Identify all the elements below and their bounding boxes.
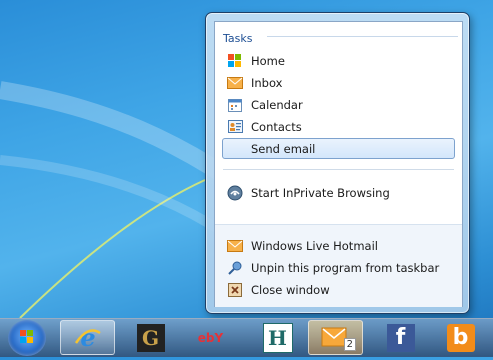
start-inprivate-button[interactable]: Start InPrivate Browsing <box>222 182 455 203</box>
contacts-card-icon <box>227 119 243 135</box>
calendar-icon <box>227 97 243 113</box>
jump-list-panel: Tasks Home Inbox Calendar Contacts Send … <box>214 21 463 307</box>
inprivate-label: Start InPrivate Browsing <box>251 185 390 200</box>
task-label: Send email <box>251 141 316 156</box>
footer-label: Windows Live Hotmail <box>251 238 378 253</box>
task-calendar[interactable]: Calendar <box>222 94 455 115</box>
footer-label: Close window <box>251 282 330 297</box>
taskbar-h-site[interactable]: H <box>250 320 305 355</box>
jump-list-window: Tasks Home Inbox Calendar Contacts Send … <box>205 12 470 314</box>
task-contacts[interactable]: Contacts <box>222 116 455 137</box>
h-tile-icon: H <box>262 322 293 353</box>
taskbar-facebook[interactable]: f <box>373 320 428 355</box>
taskbar-hotmail[interactable]: 2 <box>308 320 363 355</box>
close-window-item[interactable]: Close window <box>222 279 455 300</box>
windows-logo-icon <box>20 330 33 343</box>
bing-icon: b <box>446 323 475 352</box>
taskbar: e G ebY H 2 f b <box>0 318 493 357</box>
section-divider <box>267 36 458 37</box>
taskbar-internet-explorer[interactable]: e <box>60 320 115 355</box>
taskbar-bing[interactable]: b <box>433 320 488 355</box>
windows-flag-icon <box>227 53 243 69</box>
ebay-icon: ebY <box>197 330 224 345</box>
close-window-icon <box>227 282 243 298</box>
start-button[interactable] <box>8 320 46 356</box>
taskbar-ebay[interactable]: ebY <box>183 320 238 355</box>
jump-list-footer: Windows Live Hotmail Unpin this program … <box>215 224 462 307</box>
tasks-section-header: Tasks <box>223 27 458 45</box>
task-home[interactable]: Home <box>222 50 455 71</box>
facebook-icon: f <box>386 323 415 352</box>
task-label: Calendar <box>251 97 303 112</box>
divider <box>223 169 454 170</box>
task-label: Home <box>251 53 285 68</box>
unread-count-badge: 2 <box>343 338 356 351</box>
g-tile-icon: G <box>136 323 165 352</box>
task-label: Contacts <box>251 119 302 134</box>
taskbar-g-site[interactable]: G <box>123 320 178 355</box>
windows-live-hotmail-item[interactable]: Windows Live Hotmail <box>222 235 455 256</box>
unpin-icon <box>227 260 243 276</box>
envelope-icon <box>227 238 243 254</box>
task-send-email[interactable]: Send email <box>222 138 455 159</box>
tasks-section-title: Tasks <box>223 32 253 45</box>
task-label: Inbox <box>251 75 283 90</box>
svg-text:e: e <box>80 323 95 352</box>
unpin-program-item[interactable]: Unpin this program from taskbar <box>222 257 455 278</box>
internet-explorer-icon: e <box>74 323 101 352</box>
task-inbox[interactable]: Inbox <box>222 72 455 93</box>
footer-label: Unpin this program from taskbar <box>251 260 440 275</box>
inprivate-icon <box>227 185 243 201</box>
envelope-icon <box>227 75 243 91</box>
